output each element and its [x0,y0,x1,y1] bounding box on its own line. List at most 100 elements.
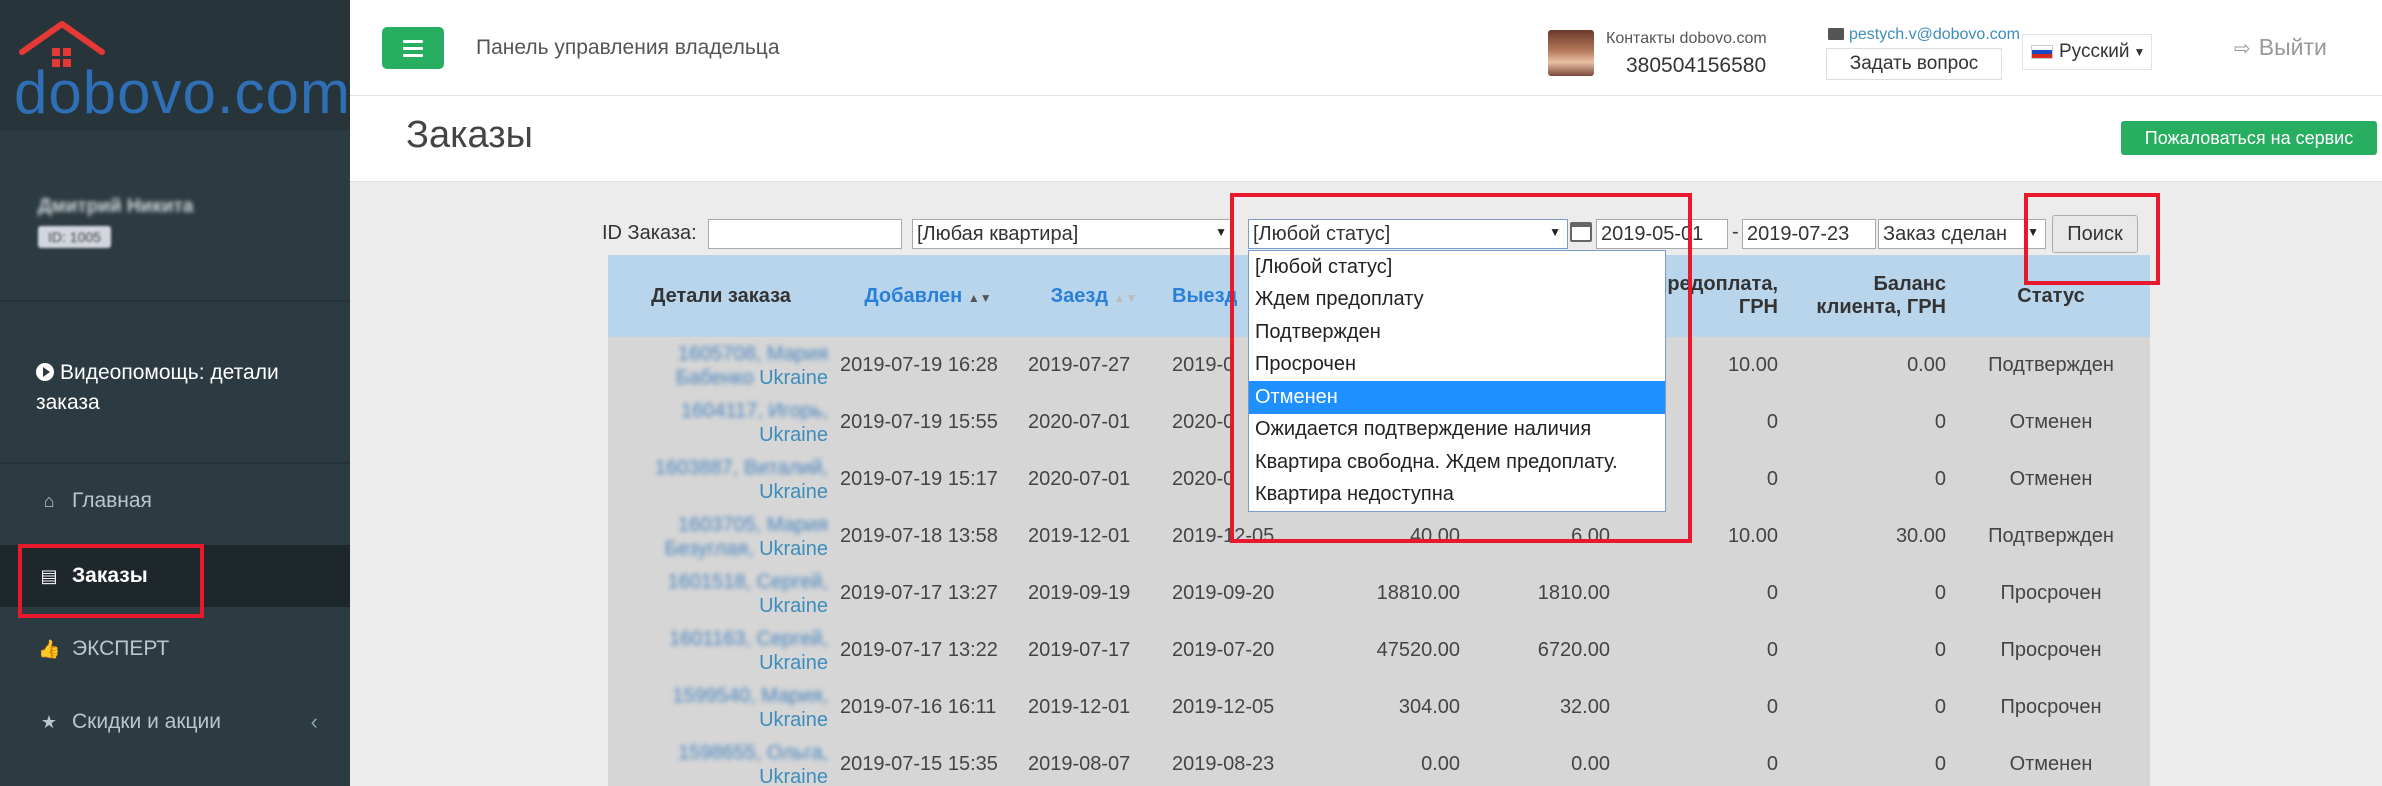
status-option[interactable]: Квартира недоступна [1249,479,1665,512]
checkin-cell: 2020-07-01 [1022,451,1166,508]
added-cell: 2019-07-16 16:11 [834,679,1022,736]
sidebar-divider [0,300,350,302]
table-row[interactable]: 1601518, Сергей, Ukraine 2019-07-17 13:27… [608,565,2150,622]
order-details-cell[interactable]: 1603705, Мария Безуглая, Ukraine [608,508,834,565]
status-option[interactable]: Ожидается подтверждение наличия [1249,414,1665,447]
status-option[interactable]: Квартира свободна. Ждем предоплату. [1249,446,1665,479]
added-cell: 2019-07-17 13:27 [834,565,1022,622]
status-cell: Просрочен [1952,565,2150,622]
header-added[interactable]: Добавлен ▲▼ [834,255,1022,337]
balance-cell: 0 [1784,565,1952,622]
table-row[interactable]: 1603705, Мария Безуглая, Ukraine 2019-07-1… [608,508,2150,565]
apartment-select-value: [Любая квартира] [917,222,1079,245]
calendar-icon[interactable] [1570,222,1592,242]
order-details-cell[interactable]: 1604117, Игорь, Ukraine [608,394,834,451]
status-cell: Отменен [1952,394,2150,451]
total-cell: 47520.00 [1316,622,1466,679]
total-cell: 40.00 [1316,508,1466,565]
complain-button[interactable]: Пожаловаться на сервис [2121,121,2377,155]
country-label: Ukraine [759,765,828,786]
logo: dobovo.com [14,59,351,126]
hamburger-line [403,46,423,50]
logout-button[interactable]: ⇨ Выйти [2234,34,2327,61]
added-cell: 2019-07-17 13:22 [834,622,1022,679]
sidebar-item-orders[interactable]: ▤ Заказы [0,545,350,607]
prepay-cell: 10.00 [1616,508,1784,565]
date-from-input[interactable]: 2019-05-01 [1596,219,1728,249]
order-country: Ukraine [614,594,828,618]
status-cell: Подтвержден [1952,337,2150,394]
order-details-cell[interactable]: 1598655, Ольга, Ukraine [608,736,834,786]
guest-surname: Бабенко [675,366,754,389]
envelope-icon [1828,28,1844,40]
sidebar-item-expert[interactable]: 👍 ЭКСПЕРТ [0,618,350,680]
order-details-cell[interactable]: 1601518, Сергей, Ukraine [608,565,834,622]
sidebar-item-label: Скидки и акции [72,710,222,733]
status-option[interactable]: Ждем предоплату [1249,284,1665,317]
search-button[interactable]: Поиск [2052,215,2138,253]
table-row[interactable]: 1598655, Ольга, Ukraine 2019-07-15 15:35 2… [608,736,2150,786]
checkin-cell: 2019-07-27 [1022,337,1166,394]
status-select[interactable]: [Любой статус] ▼ [1248,219,1568,249]
logo-area[interactable]: dobovo.com [0,0,350,130]
caret-down-icon: ▼ [1549,225,1561,239]
caret-down-icon: ▼ [2133,45,2146,59]
language-label: Русский [2059,41,2130,62]
order-details-cell[interactable]: 1599540, Мария, Ukraine [608,679,834,736]
prepay-cell: 0 [1616,565,1784,622]
chevron-left-icon: ‹ [310,709,318,734]
caret-down-icon: ▼ [1215,225,1227,239]
order-id-name: 1605708, Мария [677,342,828,365]
balance-cell: 0 [1784,451,1952,508]
sidebar-item-home[interactable]: ⌂ Главная [0,470,350,532]
order-details-cell[interactable]: 1601163, Сергей, Ukraine [608,622,834,679]
status-option[interactable]: Просрочен [1249,349,1665,382]
user-name: Дмитрий Никита [38,196,194,217]
order-id-label: ID Заказа: [602,222,697,244]
menu-toggle-button[interactable] [382,27,444,69]
order-country: Бабенко Ukraine [614,366,828,390]
video-help-link[interactable]: Видеопомощь: детали заказа [36,358,316,418]
sidebar-item-discounts[interactable]: ★ Скидки и акции ‹ [0,691,350,753]
header-checkin[interactable]: Заезд ▲▼ [1022,255,1166,337]
date-to-input[interactable]: 2019-07-23 [1742,219,1876,249]
commission-cell: 6.00 [1466,508,1616,565]
order-country: Ukraine [614,480,828,504]
header-details: Детали заказа [608,255,834,337]
order-id-name: 1603705, Мария [677,513,828,536]
book-icon: ▤ [40,565,58,586]
table-row[interactable]: 1599540, Мария, Ukraine 2019-07-16 16:11 2… [608,679,2150,736]
sort-desc-icon: ▲▼ [967,290,992,305]
order-details-cell[interactable]: 1605708, Мария Бабенко Ukraine [608,337,834,394]
status-option[interactable]: Отменен [1249,381,1665,414]
date-type-select[interactable]: Заказ сделан ▼ [1878,219,2046,249]
sidebar-item-label: Главная [72,489,152,512]
added-cell: 2019-07-18 13:58 [834,508,1022,565]
status-option[interactable]: [Любой статус] [1249,251,1665,284]
table-row[interactable]: 1601163, Сергей, Ukraine 2019-07-17 13:22… [608,622,2150,679]
header-status: Статус [1952,255,2150,337]
header-balance: Баланс клиента, ГРН [1784,255,1952,337]
video-help-label: Видеопомощь: детали заказа [36,361,279,414]
checkout-cell: 2019-12-05 [1166,679,1316,736]
status-option[interactable]: Подтвержден [1249,316,1665,349]
checkin-cell: 2019-07-17 [1022,622,1166,679]
checkin-cell: 2019-12-01 [1022,508,1166,565]
language-select[interactable]: Русский ▼ [2022,34,2152,70]
prepay-cell: 0 [1616,736,1784,786]
hamburger-line [403,53,423,57]
sidebar-item-label: ЭКСПЕРТ [72,637,170,660]
status-cell: Отменен [1952,451,2150,508]
country-label: Ukraine [759,651,828,674]
added-cell: 2019-07-19 15:17 [834,451,1022,508]
commission-cell: 32.00 [1466,679,1616,736]
country-label: Ukraine [759,423,828,446]
apartment-select[interactable]: [Любая квартира] ▼ [912,219,1234,249]
header-checkin-label: Заезд [1050,284,1109,307]
page-header: Заказы Пожаловаться на сервис [350,96,2382,182]
email-link[interactable]: pestych.v@dobovo.com [1828,26,2020,44]
ask-question-button[interactable]: Задать вопрос [1826,48,2002,80]
order-details-cell[interactable]: 1603887, Виталий, Ukraine [608,451,834,508]
email-text: pestych.v@dobovo.com [1849,26,2020,43]
order-id-input[interactable] [708,219,902,249]
